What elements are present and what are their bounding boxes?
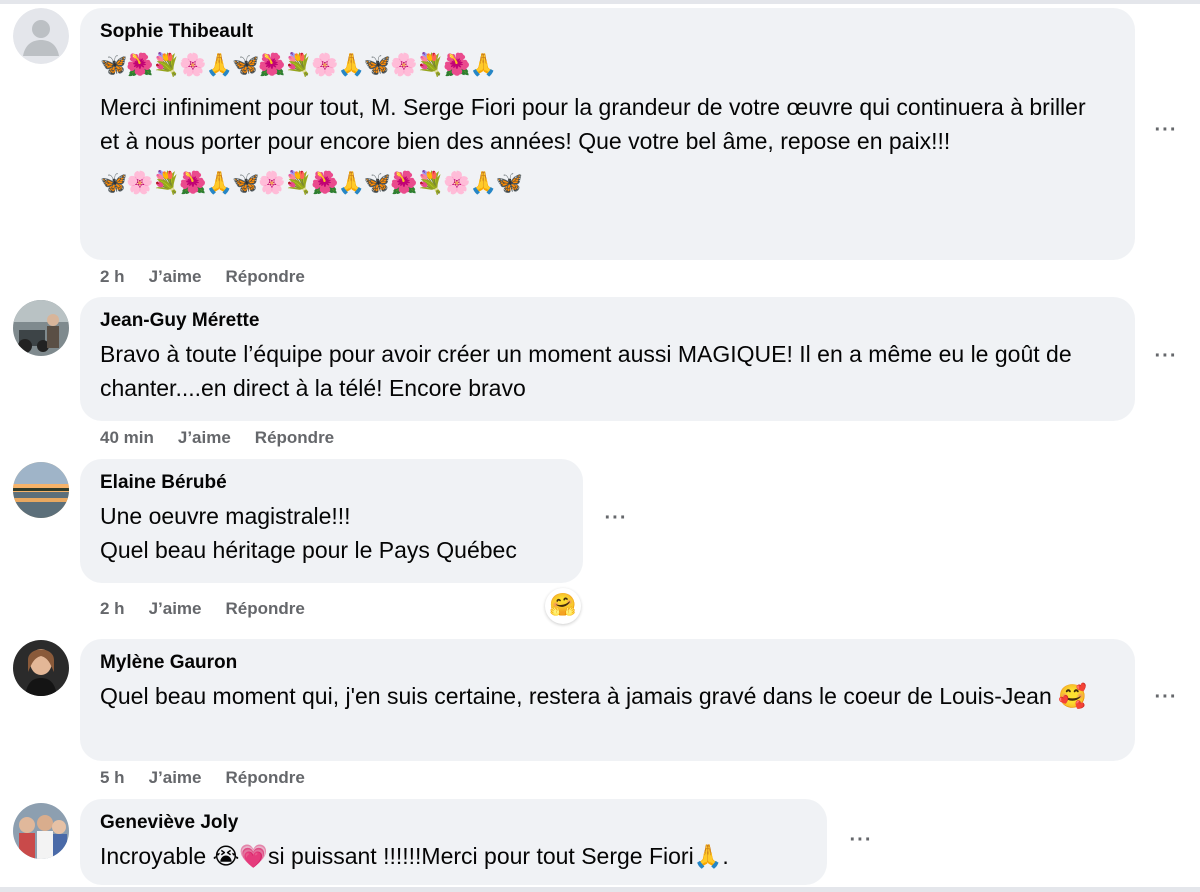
comment-time[interactable]: 5 h	[100, 768, 125, 787]
emoji-line: 🦋🌺💐🌸🙏🦋🌺💐🌸🙏🦋🌸💐🌺🙏	[100, 53, 497, 78]
comment-text-line: Quel beau héritage pour le Pays Québec	[100, 537, 517, 563]
comment-text: Merci infiniment pour tout, M. Serge Fio…	[100, 94, 1086, 154]
more-options-button[interactable]: ···	[1150, 342, 1182, 374]
more-options-button[interactable]: ···	[1150, 683, 1182, 715]
comment-actions: 40 min J’aime Répondre	[100, 427, 358, 449]
more-options-button[interactable]: ···	[845, 826, 877, 858]
bottom-divider	[0, 887, 1200, 892]
comment-time[interactable]: 2 h	[100, 599, 125, 618]
care-reaction-icon[interactable]: 🤗	[545, 588, 581, 624]
comment-time[interactable]: 2 h	[100, 267, 125, 286]
comment-text: Incroyable 😭💗si puissant !!!!!!Merci pou…	[100, 839, 807, 874]
emoji-line: 🦋🌸💐🌺🙏🦋🌸💐🌺🙏🦋🌺💐🌸🙏🦋	[100, 171, 523, 196]
comment-text-part: Incroyable	[100, 843, 213, 869]
comment-text-part: .	[722, 843, 729, 869]
user-avatar[interactable]	[13, 803, 69, 859]
comment-text-line: Une oeuvre magistrale!!!	[100, 503, 351, 529]
comment-actions: 5 h J’aime Répondre	[100, 767, 329, 789]
more-options-button[interactable]: ···	[1150, 116, 1182, 148]
comment-author[interactable]: Mylène Gauron	[100, 651, 1115, 675]
comment-bubble: Sophie Thibeault 🦋🌺💐🌸🙏🦋🌺💐🌸🙏🦋🌸💐🌺🙏 Merci i…	[80, 8, 1135, 260]
comment-text-part: si puissant !!!!!!Merci pour tout Serge …	[268, 843, 694, 869]
comment-author[interactable]: Geneviève Joly	[100, 811, 807, 835]
comment-text-body: Quel beau moment qui, j'en suis certaine…	[100, 683, 1052, 709]
folded-hands-emoji: 🙏	[693, 844, 723, 870]
like-button[interactable]: J’aime	[178, 428, 231, 447]
default-avatar-icon[interactable]	[13, 8, 69, 64]
user-avatar[interactable]	[13, 462, 69, 518]
comment-author[interactable]: Jean-Guy Mérette	[100, 309, 1115, 333]
comment-bubble: Mylène Gauron Quel beau moment qui, j'en…	[80, 639, 1135, 761]
top-divider	[0, 0, 1200, 4]
crying-heart-emoji: 😭💗	[212, 844, 269, 870]
reply-button[interactable]: Répondre	[255, 428, 334, 447]
user-avatar[interactable]	[13, 300, 69, 356]
like-button[interactable]: J’aime	[149, 599, 202, 618]
reply-button[interactable]: Répondre	[226, 267, 305, 286]
like-button[interactable]: J’aime	[149, 267, 202, 286]
comment-time[interactable]: 40 min	[100, 428, 154, 447]
more-options-button[interactable]: ···	[600, 504, 632, 536]
comment-bubble: Jean-Guy Mérette Bravo à toute l’équipe …	[80, 297, 1135, 421]
like-button[interactable]: J’aime	[149, 768, 202, 787]
smiling-hearts-emoji: 🥰	[1058, 684, 1087, 710]
comment-bubble: Elaine Bérubé Une oeuvre magistrale!!! Q…	[80, 459, 583, 583]
comment-author[interactable]: Sophie Thibeault	[100, 20, 1115, 44]
comment-author[interactable]: Elaine Bérubé	[100, 471, 563, 495]
comment-text: Bravo à toute l’équipe pour avoir créer …	[100, 341, 1072, 401]
comment-bubble: Geneviève Joly Incroyable 😭💗si puissant …	[80, 799, 827, 885]
reply-button[interactable]: Répondre	[226, 599, 305, 618]
comment-text: Quel beau moment qui, j'en suis certaine…	[100, 679, 1110, 714]
comment-actions: 2 h J’aime Répondre	[100, 266, 329, 288]
user-avatar[interactable]	[13, 640, 69, 696]
comment-actions: 2 h J’aime Répondre	[100, 598, 329, 620]
reply-button[interactable]: Répondre	[226, 768, 305, 787]
